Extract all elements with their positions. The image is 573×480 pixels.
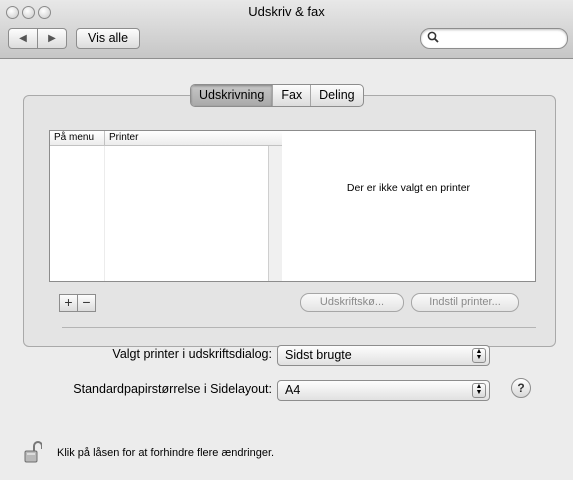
column-header-printer[interactable]: Printer bbox=[105, 131, 138, 145]
add-printer-button[interactable]: + bbox=[59, 294, 78, 312]
selected-printer-value: Sidst brugte bbox=[285, 348, 352, 362]
selected-printer-popup[interactable]: Sidst brugte ▲ ▼ bbox=[277, 345, 490, 366]
window-titlebar: Udskriv & fax ◀ ▶ Vis alle bbox=[0, 0, 573, 59]
paper-size-popup[interactable]: A4 ▲ ▼ bbox=[277, 380, 490, 401]
lock-message: Klik på låsen for at forhindre flere ænd… bbox=[57, 447, 275, 459]
tab-bar: Udskrivning Fax Deling bbox=[190, 84, 364, 107]
column-header-on-menu[interactable]: På menu bbox=[50, 131, 105, 145]
search-input[interactable] bbox=[443, 30, 558, 46]
popup-arrows-icon: ▲ ▼ bbox=[472, 383, 486, 398]
remove-printer-button[interactable]: − bbox=[77, 294, 96, 312]
popup-arrows-icon: ▲ ▼ bbox=[472, 348, 486, 363]
selected-printer-label: Valgt printer i udskriftsdialog: bbox=[112, 347, 272, 361]
search-field[interactable] bbox=[420, 28, 568, 49]
printer-list[interactable]: På menu Printer bbox=[49, 130, 283, 282]
printer-list-scrollbar[interactable] bbox=[268, 146, 282, 281]
paper-size-label: Standardpapirstørrelse i Sidelayout: bbox=[73, 382, 272, 396]
back-button[interactable]: ◀ bbox=[8, 28, 38, 49]
paper-size-value: A4 bbox=[285, 383, 301, 397]
lock-icon[interactable] bbox=[24, 441, 43, 463]
no-printer-message: Der er ikke valgt en printer bbox=[346, 182, 471, 194]
separator bbox=[62, 327, 536, 328]
show-all-button[interactable]: Vis alle bbox=[76, 28, 140, 49]
printer-list-header: På menu Printer bbox=[50, 131, 282, 146]
search-icon bbox=[427, 31, 439, 46]
column-divider bbox=[104, 146, 105, 281]
print-queue-button[interactable]: Udskriftskø... bbox=[300, 293, 404, 312]
tab-sharing[interactable]: Deling bbox=[311, 85, 362, 106]
setup-printer-button[interactable]: Indstil printer... bbox=[411, 293, 519, 312]
nav-buttons: ◀ ▶ bbox=[8, 28, 67, 49]
back-arrow-icon: ◀ bbox=[19, 33, 27, 44]
help-button[interactable]: ? bbox=[511, 378, 531, 398]
tab-printing[interactable]: Udskrivning bbox=[191, 85, 274, 106]
tab-fax[interactable]: Fax bbox=[273, 85, 312, 106]
forward-button[interactable]: ▶ bbox=[38, 28, 67, 49]
forward-arrow-icon: ▶ bbox=[48, 33, 56, 44]
printer-detail-pane: Der er ikke valgt en printer bbox=[282, 130, 536, 282]
window-title: Udskriv & fax bbox=[248, 4, 325, 19]
